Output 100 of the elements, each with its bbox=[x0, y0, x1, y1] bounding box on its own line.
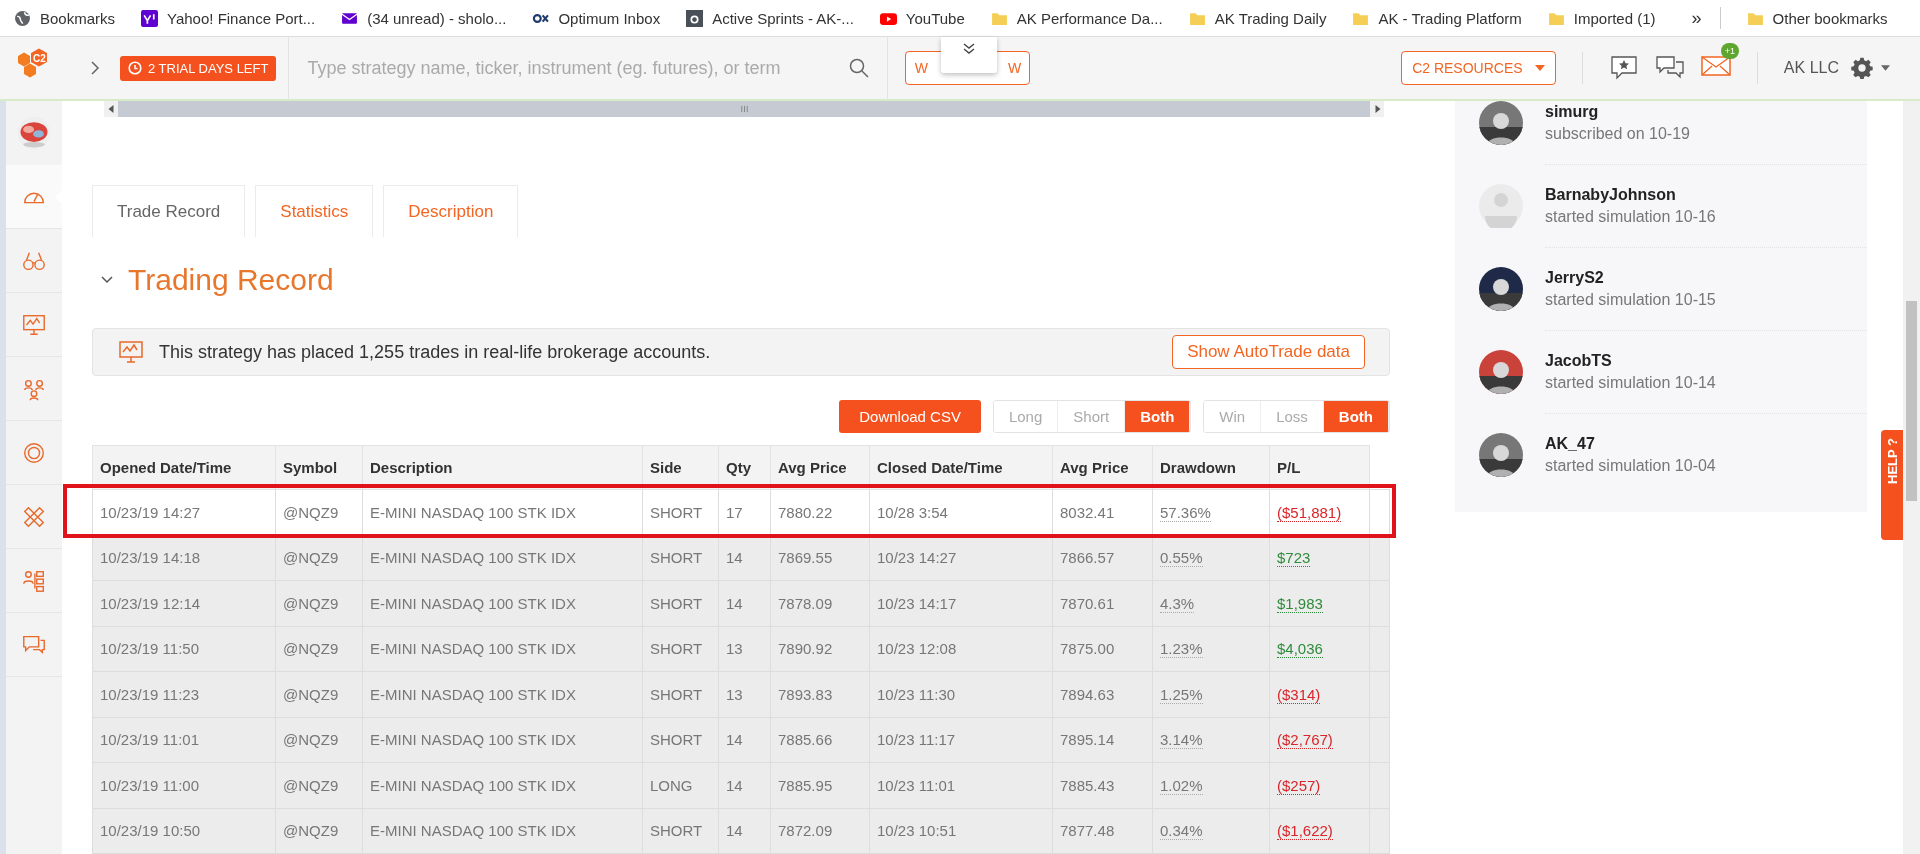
table-cell: 10/23 11:30 bbox=[877, 685, 956, 703]
table-cell: 7877.48 bbox=[1060, 822, 1115, 840]
table-cell: 4.3% bbox=[1160, 594, 1195, 613]
bookmark-link[interactable]: Yahoo! Finance Port... bbox=[141, 9, 316, 27]
chat-bubbles-icon[interactable] bbox=[1654, 55, 1685, 81]
table-cell: 0.34% bbox=[1160, 822, 1203, 841]
table-cell: ($314) bbox=[1277, 685, 1321, 704]
table-cell: 14 bbox=[726, 549, 743, 567]
caret-down-icon[interactable] bbox=[1881, 65, 1890, 71]
table-cell: 7872.09 bbox=[778, 822, 833, 840]
table-cell: 7869.55 bbox=[778, 549, 833, 567]
table-cell: 7893.83 bbox=[778, 685, 833, 703]
activity-text: started simulation 10-15 bbox=[1545, 291, 1717, 309]
table-cell: 7894.63 bbox=[1060, 685, 1115, 703]
table-cell: 7885.66 bbox=[778, 731, 833, 749]
horizontal-scrollbar[interactable] bbox=[104, 101, 1384, 117]
arrow-left-icon[interactable] bbox=[107, 105, 115, 113]
notification-badge: +1 bbox=[1720, 43, 1740, 59]
table-cell: E-MINI NASDAQ 100 STK IDX bbox=[370, 731, 576, 749]
table-cell: @NQZ9 bbox=[283, 731, 339, 749]
bookmark-link[interactable]: YouTube bbox=[879, 9, 965, 27]
table-cell: 10/23 11:01 bbox=[877, 776, 956, 794]
bookmark-link[interactable]: Other bookmarks bbox=[1746, 9, 1888, 27]
logo-text: C2 bbox=[33, 53, 46, 64]
table-cell: 7885.95 bbox=[778, 776, 833, 794]
vertical-scrollbar[interactable] bbox=[1903, 101, 1920, 854]
table-cell: 1.23% bbox=[1160, 640, 1203, 659]
table-cell: E-MINI NASDAQ 100 STK IDX bbox=[370, 549, 576, 567]
table-cell: 57.36% bbox=[1160, 503, 1211, 522]
table-cell: 7885.43 bbox=[1060, 776, 1115, 794]
user-name[interactable]: JerryS2 bbox=[1545, 269, 1867, 287]
search-icon[interactable] bbox=[849, 58, 870, 78]
gear-icon[interactable] bbox=[1851, 57, 1873, 79]
table-cell: 14 bbox=[726, 822, 743, 840]
table-cell: 1.25% bbox=[1160, 685, 1203, 704]
bookmark-link[interactable]: (34 unread) - sholo... bbox=[341, 9, 507, 27]
user-name[interactable]: simurg bbox=[1545, 102, 1867, 121]
table-cell: @NQZ9 bbox=[283, 685, 339, 703]
bookmark-link[interactable]: Bookmarks bbox=[14, 9, 116, 27]
table-cell: 10/23/19 11:01 bbox=[100, 731, 199, 749]
table-cell: 7878.09 bbox=[778, 594, 833, 612]
table-cell: 10/23 14:27 bbox=[877, 549, 957, 567]
table-cell: E-MINI NASDAQ 100 STK IDX bbox=[370, 776, 576, 794]
user-name[interactable]: JacobTS bbox=[1545, 352, 1867, 370]
table-cell: SHORT bbox=[650, 731, 703, 749]
bookmark-link[interactable]: AK Trading Daily bbox=[1188, 9, 1327, 27]
account-name[interactable]: AK LLC bbox=[1783, 59, 1839, 77]
table-cell: 10/23 11:17 bbox=[877, 731, 956, 749]
bookmark-link[interactable]: AK Performance Da... bbox=[990, 9, 1163, 27]
table-cell: SHORT bbox=[650, 549, 703, 567]
table-cell: 7870.61 bbox=[1060, 594, 1115, 612]
table-cell: E-MINI NASDAQ 100 STK IDX bbox=[370, 822, 576, 840]
column-header[interactable]: Opened Date/Time bbox=[92, 445, 276, 490]
column-header[interactable]: Description bbox=[362, 445, 643, 490]
table-cell: ($1,622) bbox=[1277, 822, 1333, 841]
user-name[interactable]: BarnabyJohnson bbox=[1545, 186, 1867, 204]
table-cell: 10/23 14:17 bbox=[877, 594, 957, 612]
table-cell: E-MINI NASDAQ 100 STK IDX bbox=[370, 503, 576, 521]
envelope-icon[interactable] bbox=[1700, 53, 1731, 79]
table-cell: $723 bbox=[1277, 549, 1311, 568]
table-cell: 7875.00 bbox=[1060, 640, 1115, 658]
table-cell: 7895.14 bbox=[1060, 731, 1115, 749]
table-cell: 10/23/19 10:50 bbox=[100, 822, 201, 840]
table-cell: E-MINI NASDAQ 100 STK IDX bbox=[370, 594, 576, 612]
globe-icon bbox=[14, 9, 31, 27]
overflow-chevron[interactable]: » bbox=[1691, 7, 1702, 29]
table-cell: 8032.41 bbox=[1060, 503, 1115, 521]
table-cell: 7866.57 bbox=[1060, 549, 1115, 567]
table-cell: 10/23 12:08 bbox=[877, 640, 957, 658]
table-cell: 10/23/19 12:14 bbox=[100, 594, 201, 612]
table-cell: @NQZ9 bbox=[283, 549, 339, 567]
star-chat-icon[interactable] bbox=[1608, 55, 1639, 81]
column-header[interactable]: Closed Date/Time bbox=[869, 445, 1053, 490]
table-cell: @NQZ9 bbox=[283, 594, 339, 612]
user-name[interactable]: AK_47 bbox=[1545, 435, 1867, 453]
clock-icon bbox=[128, 61, 142, 75]
table-cell: 10/23/19 14:27 bbox=[100, 503, 201, 521]
table-cell: ($257) bbox=[1277, 776, 1321, 795]
activity-text: started simulation 10-16 bbox=[1545, 208, 1717, 226]
table-cell: SHORT bbox=[650, 822, 703, 840]
arrow-right-icon[interactable] bbox=[1373, 105, 1381, 113]
search-field[interactable]: Type strategy name, ticker, instrument (eg. futures), or term bbox=[305, 56, 850, 80]
monitor-chart-icon bbox=[117, 338, 145, 366]
double-chevron-down-icon bbox=[962, 43, 977, 55]
table-cell: $4,036 bbox=[1277, 640, 1323, 659]
bookmark-link[interactable]: AK - Trading Platform bbox=[1352, 9, 1522, 27]
bookmark-link[interactable]: Active Sprints - AK-... bbox=[686, 9, 854, 27]
table-cell: SHORT bbox=[650, 640, 703, 658]
tab[interactable]: Trade Record bbox=[92, 185, 246, 237]
table-cell: $1,983 bbox=[1277, 594, 1323, 613]
bookmark-link[interactable]: Optimum Inbox bbox=[532, 9, 661, 27]
bookmark-link[interactable]: Imported (1) bbox=[1547, 9, 1656, 27]
table-cell: 14 bbox=[726, 594, 743, 612]
table-cell: 10/23 10:51 bbox=[877, 822, 957, 840]
table-cell: E-MINI NASDAQ 100 STK IDX bbox=[370, 685, 576, 703]
table-cell: SHORT bbox=[650, 594, 703, 612]
section-title: Trading Record bbox=[128, 263, 334, 297]
chevron-right-icon[interactable] bbox=[90, 60, 100, 76]
table-cell: LONG bbox=[650, 776, 693, 794]
grip-icon[interactable] bbox=[740, 105, 748, 113]
